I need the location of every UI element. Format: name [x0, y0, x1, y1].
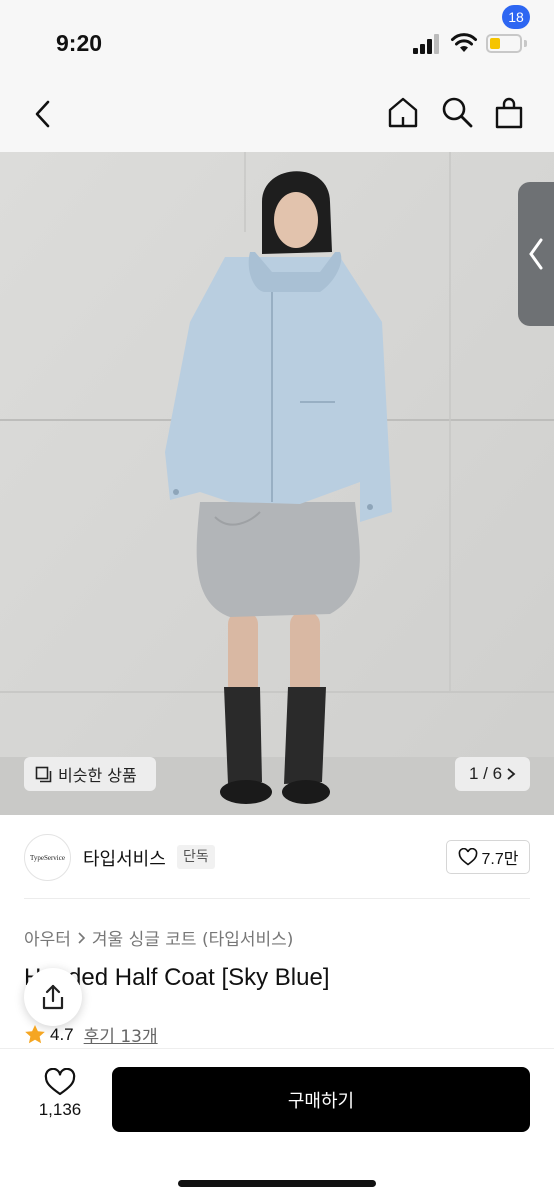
- heart-icon: [458, 848, 477, 866]
- chevron-left-icon: [529, 238, 543, 270]
- cart-icon[interactable]: [492, 96, 526, 130]
- similar-products-button[interactable]: 비슷한 상품: [24, 757, 156, 791]
- image-counter[interactable]: 1 / 6: [455, 757, 530, 791]
- image-counter-label: 1 / 6: [468, 764, 503, 783]
- home-indicator: [178, 1180, 376, 1187]
- product-image[interactable]: [0, 152, 554, 815]
- exclusive-badge: 단독: [177, 845, 215, 869]
- signal-icon: [413, 34, 441, 54]
- similar-products-label: 비슷한 상품: [58, 766, 137, 785]
- chevron-right-icon: [507, 768, 516, 780]
- battery-cap: [524, 40, 527, 47]
- status-bar: 9:20: [0, 0, 554, 86]
- breadcrumb-subcategory[interactable]: 겨울 싱글 코트 (타입서비스): [92, 925, 294, 950]
- brand-like-count: 7.7만: [481, 851, 519, 868]
- breadcrumb-category[interactable]: 아우터: [24, 925, 71, 950]
- share-button[interactable]: [24, 968, 82, 1026]
- breadcrumb: 아우터 겨울 싱글 코트 (타입서비스): [24, 925, 293, 950]
- similar-icon: [35, 766, 52, 782]
- heart-icon: [44, 1068, 76, 1096]
- status-time: 9:20: [56, 30, 103, 56]
- rating-row: 4.7 후기 13개: [24, 1022, 158, 1047]
- rating-value: 4.7: [50, 1024, 74, 1044]
- buy-button[interactable]: 구매하기: [112, 1067, 530, 1132]
- wifi-icon: [451, 33, 477, 52]
- share-icon: [42, 984, 64, 1010]
- brand-logo[interactable]: TypeService: [24, 834, 71, 881]
- brand-name[interactable]: 타입서비스: [83, 845, 166, 871]
- search-icon[interactable]: [440, 95, 474, 129]
- battery-level: [490, 38, 500, 49]
- wishlist-button[interactable]: 1,136: [30, 1068, 90, 1128]
- battery-icon: [486, 34, 522, 53]
- cart-badge[interactable]: 18: [502, 5, 530, 29]
- wishlist-count: 1,136: [38, 1100, 82, 1119]
- product-photo: [0, 152, 554, 815]
- brand-logo-text: TypeService: [30, 853, 65, 862]
- top-nav: [0, 86, 554, 152]
- home-icon[interactable]: [386, 95, 420, 129]
- brand-like-button[interactable]: 7.7만: [446, 840, 530, 874]
- back-icon[interactable]: [28, 98, 60, 130]
- star-icon: [25, 1025, 45, 1044]
- divider: [24, 898, 530, 899]
- chevron-right-icon: [78, 931, 86, 944]
- review-link[interactable]: 후기 13개: [84, 1022, 158, 1047]
